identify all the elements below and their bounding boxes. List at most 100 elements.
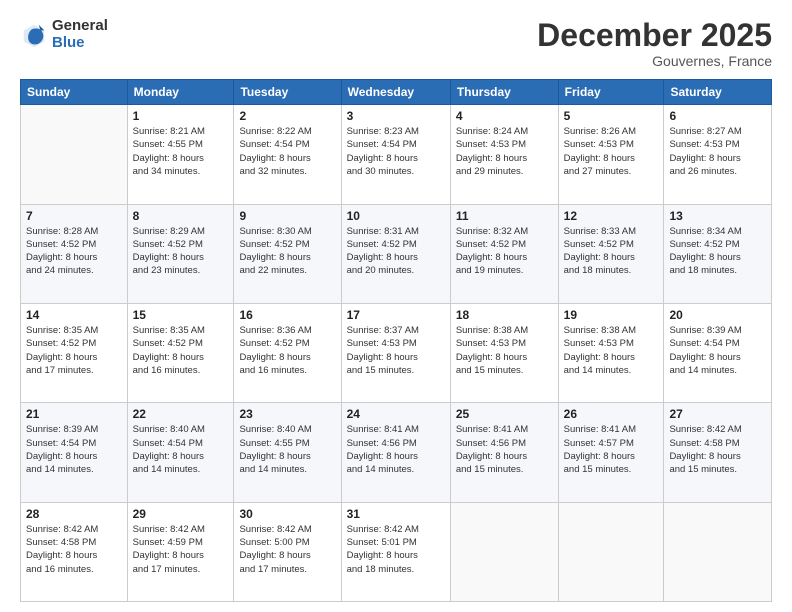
day-number: 2 [239, 109, 335, 123]
day-number: 9 [239, 209, 335, 223]
calendar-cell: 8 Sunrise: 8:29 AMSunset: 4:52 PMDaylight… [127, 204, 234, 303]
day-number: 13 [669, 209, 766, 223]
day-number: 31 [347, 507, 445, 521]
day-number: 6 [669, 109, 766, 123]
day-info: Sunrise: 8:35 AMSunset: 4:52 PMDaylight:… [26, 324, 122, 377]
week-row-3: 14 Sunrise: 8:35 AMSunset: 4:52 PMDayligh… [21, 303, 772, 402]
day-number: 29 [133, 507, 229, 521]
calendar-cell: 22Sunrise: 8:40 AMSunset: 4:54 PMDayligh… [127, 403, 234, 502]
day-info: Sunrise: 8:39 AMSunset: 4:54 PMDaylight:… [26, 423, 122, 476]
calendar-cell: 21 Sunrise: 8:39 AMSunset: 4:54 PMDayligh… [21, 403, 128, 502]
day-number: 16 [239, 308, 335, 322]
calendar-cell: 5 Sunrise: 8:26 AMSunset: 4:53 PMDaylight… [558, 105, 664, 204]
calendar-cell [558, 502, 664, 601]
calendar-cell: 27 Sunrise: 8:42 AMSunset: 4:58 PMDayligh… [664, 403, 772, 502]
day-info: Sunrise: 8:41 AMSunset: 4:56 PMDaylight:… [456, 423, 553, 476]
day-info: Sunrise: 8:28 AMSunset: 4:52 PMDaylight:… [26, 225, 122, 278]
calendar-cell: 23 Sunrise: 8:40 AMSunset: 4:55 PMDayligh… [234, 403, 341, 502]
day-info: Sunrise: 8:41 AMSunset: 4:56 PMDaylight:… [347, 423, 445, 476]
weekday-header-friday: Friday [558, 80, 664, 105]
day-info: Sunrise: 8:41 AMSunset: 4:57 PMDaylight:… [564, 423, 659, 476]
day-info: Sunrise: 8:34 AMSunset: 4:52 PMDaylight:… [669, 225, 766, 278]
day-info: Sunrise: 8:23 AMSunset: 4:54 PMDaylight:… [347, 125, 445, 178]
calendar-cell: 12 Sunrise: 8:33 AMSunset: 4:52 PMDayligh… [558, 204, 664, 303]
day-info: Sunrise: 8:32 AMSunset: 4:52 PMDaylight:… [456, 225, 553, 278]
day-number: 22 [133, 407, 229, 421]
calendar-cell: 10 Sunrise: 8:31 AMSunset: 4:52 PMDayligh… [341, 204, 450, 303]
day-number: 25 [456, 407, 553, 421]
day-info: Sunrise: 8:35 AMSunset: 4:52 PMDaylight:… [133, 324, 229, 377]
day-info: Sunrise: 8:42 AMSunset: 4:59 PMDaylight:… [133, 523, 229, 576]
week-row-5: 28Sunrise: 8:42 AMSunset: 4:58 PMDayligh… [21, 502, 772, 601]
header: General Blue December 2025 Gouvernes, Fr… [20, 18, 772, 69]
calendar-cell: 15Sunrise: 8:35 AMSunset: 4:52 PMDayligh… [127, 303, 234, 402]
calendar-cell: 7Sunrise: 8:28 AMSunset: 4:52 PMDaylight… [21, 204, 128, 303]
calendar-cell: 1 Sunrise: 8:21 AMSunset: 4:55 PMDaylight… [127, 105, 234, 204]
weekday-header-monday: Monday [127, 80, 234, 105]
calendar-cell: 3Sunrise: 8:23 AMSunset: 4:54 PMDaylight… [341, 105, 450, 204]
logo-general-text: General [52, 18, 108, 35]
calendar-cell: 9 Sunrise: 8:30 AMSunset: 4:52 PMDaylight… [234, 204, 341, 303]
week-row-4: 21 Sunrise: 8:39 AMSunset: 4:54 PMDayligh… [21, 403, 772, 502]
day-number: 8 [133, 209, 229, 223]
weekday-header-wednesday: Wednesday [341, 80, 450, 105]
day-number: 28 [26, 507, 122, 521]
calendar-cell: 30 Sunrise: 8:42 AMSunset: 5:00 PMDayligh… [234, 502, 341, 601]
calendar-cell [450, 502, 558, 601]
calendar-cell: 24Sunrise: 8:41 AMSunset: 4:56 PMDayligh… [341, 403, 450, 502]
day-number: 14 [26, 308, 122, 322]
weekday-header-tuesday: Tuesday [234, 80, 341, 105]
weekday-header-sunday: Sunday [21, 80, 128, 105]
calendar-cell: 16 Sunrise: 8:36 AMSunset: 4:52 PMDayligh… [234, 303, 341, 402]
calendar-page: General Blue December 2025 Gouvernes, Fr… [0, 0, 792, 612]
day-info: Sunrise: 8:42 AMSunset: 5:00 PMDaylight:… [239, 523, 335, 576]
day-info: Sunrise: 8:42 AMSunset: 5:01 PMDaylight:… [347, 523, 445, 576]
day-number: 18 [456, 308, 553, 322]
calendar-cell: 19Sunrise: 8:38 AMSunset: 4:53 PMDayligh… [558, 303, 664, 402]
day-number: 17 [347, 308, 445, 322]
location-subtitle: Gouvernes, France [537, 53, 772, 69]
day-number: 27 [669, 407, 766, 421]
calendar-cell: 2Sunrise: 8:22 AMSunset: 4:54 PMDaylight… [234, 105, 341, 204]
logo: General Blue [20, 18, 108, 51]
calendar-cell: 26 Sunrise: 8:41 AMSunset: 4:57 PMDayligh… [558, 403, 664, 502]
calendar-table: SundayMondayTuesdayWednesdayThursdayFrid… [20, 79, 772, 602]
logo-blue-text: Blue [52, 35, 108, 52]
day-info: Sunrise: 8:21 AMSunset: 4:55 PMDaylight:… [133, 125, 229, 178]
weekday-header-saturday: Saturday [664, 80, 772, 105]
day-info: Sunrise: 8:42 AMSunset: 4:58 PMDaylight:… [669, 423, 766, 476]
day-number: 1 [133, 109, 229, 123]
weekday-header-thursday: Thursday [450, 80, 558, 105]
calendar-cell: 29 Sunrise: 8:42 AMSunset: 4:59 PMDayligh… [127, 502, 234, 601]
day-number: 11 [456, 209, 553, 223]
day-info: Sunrise: 8:31 AMSunset: 4:52 PMDaylight:… [347, 225, 445, 278]
day-info: Sunrise: 8:24 AMSunset: 4:53 PMDaylight:… [456, 125, 553, 178]
day-number: 26 [564, 407, 659, 421]
week-row-1: 1 Sunrise: 8:21 AMSunset: 4:55 PMDaylight… [21, 105, 772, 204]
day-info: Sunrise: 8:26 AMSunset: 4:53 PMDaylight:… [564, 125, 659, 178]
calendar-cell: 20Sunrise: 8:39 AMSunset: 4:54 PMDayligh… [664, 303, 772, 402]
weekday-header-row: SundayMondayTuesdayWednesdayThursdayFrid… [21, 80, 772, 105]
day-number: 23 [239, 407, 335, 421]
calendar-cell: 13 Sunrise: 8:34 AMSunset: 4:52 PMDayligh… [664, 204, 772, 303]
calendar-cell: 11 Sunrise: 8:32 AMSunset: 4:52 PMDayligh… [450, 204, 558, 303]
day-number: 21 [26, 407, 122, 421]
day-number: 30 [239, 507, 335, 521]
day-number: 5 [564, 109, 659, 123]
logo-text: General Blue [52, 18, 108, 51]
day-number: 12 [564, 209, 659, 223]
title-block: December 2025 Gouvernes, France [537, 18, 772, 69]
logo-icon [20, 21, 48, 49]
day-info: Sunrise: 8:40 AMSunset: 4:55 PMDaylight:… [239, 423, 335, 476]
calendar-cell: 28Sunrise: 8:42 AMSunset: 4:58 PMDayligh… [21, 502, 128, 601]
month-year-title: December 2025 [537, 18, 772, 53]
day-info: Sunrise: 8:30 AMSunset: 4:52 PMDaylight:… [239, 225, 335, 278]
calendar-cell [664, 502, 772, 601]
calendar-cell: 6Sunrise: 8:27 AMSunset: 4:53 PMDaylight… [664, 105, 772, 204]
day-number: 10 [347, 209, 445, 223]
day-number: 4 [456, 109, 553, 123]
day-number: 20 [669, 308, 766, 322]
day-info: Sunrise: 8:33 AMSunset: 4:52 PMDaylight:… [564, 225, 659, 278]
day-info: Sunrise: 8:36 AMSunset: 4:52 PMDaylight:… [239, 324, 335, 377]
day-info: Sunrise: 8:29 AMSunset: 4:52 PMDaylight:… [133, 225, 229, 278]
